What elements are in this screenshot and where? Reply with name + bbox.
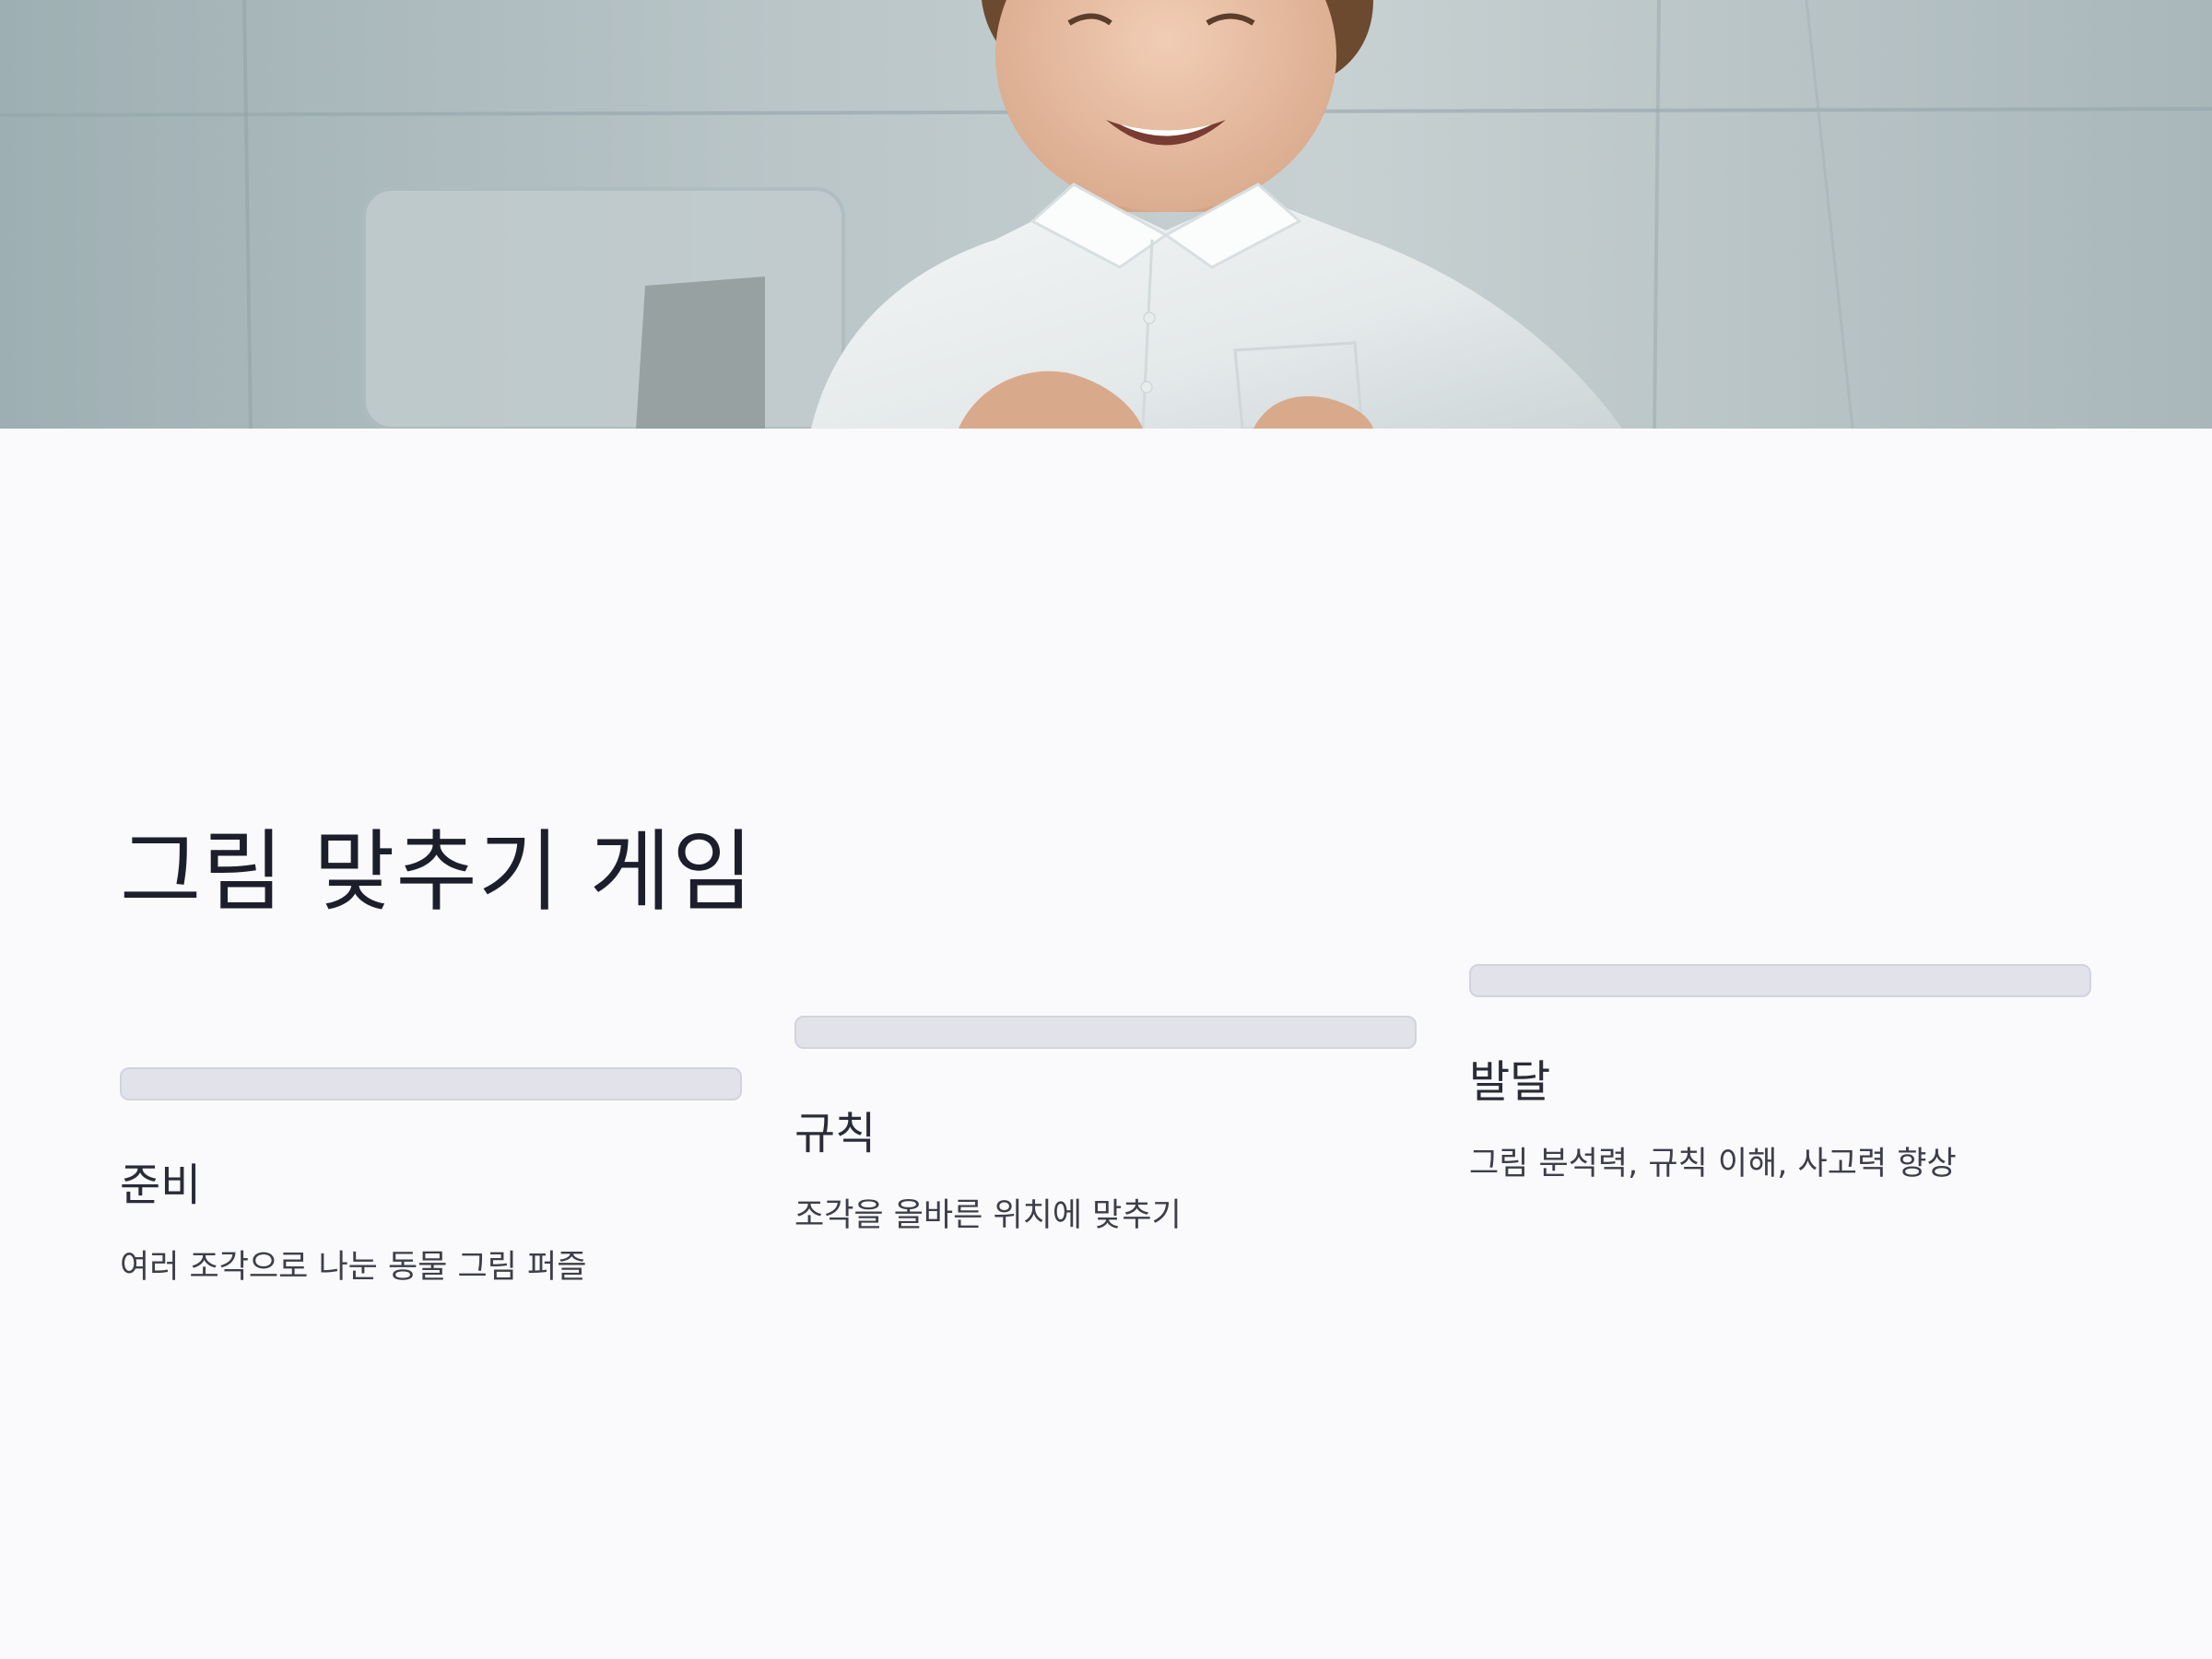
step-title: 발달	[1469, 1056, 1551, 1108]
step-title: 준비	[120, 1159, 202, 1211]
step-description: 조각을 올바른 위치에 맞추기	[794, 1197, 1182, 1234]
step-title: 규칙	[794, 1108, 877, 1159]
step-card-rules: 규칙 조각을 올바른 위치에 맞추기	[794, 1016, 1417, 1236]
step-card-prepare: 준비 여러 조각으로 나눈 동물 그림 퍼즐	[120, 1067, 742, 1288]
step-progress-bar	[120, 1067, 742, 1100]
hero-photo	[0, 0, 2212, 429]
step-card-development: 발달 그림 분석력, 규칙 이해, 사고력 향상	[1469, 964, 2091, 1184]
step-description: 여러 조각으로 나눈 동물 그림 퍼즐	[120, 1249, 587, 1286]
step-progress-bar	[794, 1016, 1417, 1049]
child-at-table-illustration	[0, 0, 2212, 429]
step-progress-bar	[1469, 964, 2091, 997]
page-title: 그림 맞추기 게임	[120, 820, 755, 924]
step-description: 그림 분석력, 규칙 이해, 사고력 향상	[1469, 1146, 1957, 1182]
